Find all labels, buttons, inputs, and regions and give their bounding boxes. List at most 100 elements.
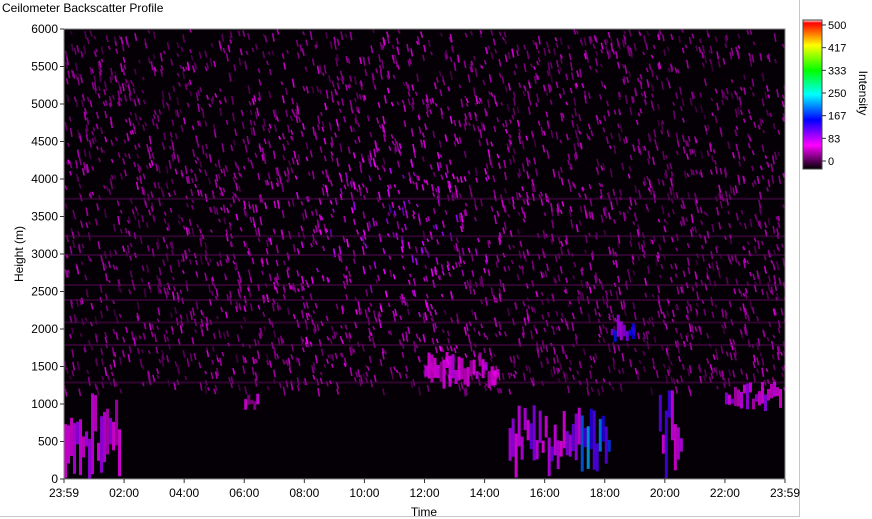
backscatter-feature [670, 390, 674, 441]
range-band [64, 235, 785, 238]
backscatter-feature [451, 354, 455, 379]
colorbar-tick-label: 333 [828, 65, 846, 77]
backscatter-feature [568, 434, 572, 457]
y-tick-label: 3500 [31, 210, 58, 224]
range-band [64, 344, 785, 346]
backscatter-feature [580, 415, 584, 472]
backscatter-feature [79, 419, 83, 476]
backscatter-feature [586, 426, 590, 469]
backscatter-feature [514, 433, 518, 478]
x-tick-label: 12:00 [409, 486, 439, 500]
backscatter-feature [757, 391, 761, 406]
colorbar-tick-label: 417 [828, 43, 846, 55]
backscatter-feature [436, 364, 440, 379]
x-tick-label: 04:00 [169, 486, 199, 500]
backscatter-feature [592, 410, 596, 470]
colorbar: 500 417 333 250 167 83 0 Intensity [802, 19, 870, 170]
backscatter-feature [490, 366, 494, 386]
colorbar-tick-label: 167 [828, 111, 846, 123]
backscatter-chart: 0500100015002000250030003500400045005000… [12, 19, 870, 519]
y-tick-label: 1000 [31, 397, 58, 411]
y-axis-label: Height (m) [12, 226, 26, 282]
backscatter-feature [256, 393, 260, 405]
backscatter-feature [481, 359, 485, 378]
backscatter-feature [769, 383, 773, 399]
backscatter-feature [91, 393, 95, 475]
backscatter-feature [475, 371, 479, 379]
y-tick-label: 500 [38, 435, 58, 449]
backscatter-feature [610, 328, 614, 336]
backscatter-feature [664, 410, 668, 479]
y-tick-label: 5000 [31, 97, 58, 111]
backscatter-feature [106, 408, 110, 455]
backscatter-feature [97, 442, 101, 461]
backscatter-feature [631, 323, 635, 340]
backscatter-feature [616, 314, 620, 337]
colorbar-tick-label: 0 [828, 156, 834, 168]
backscatter-feature [472, 359, 476, 374]
backscatter-feature [763, 394, 767, 411]
backscatter-feature [511, 418, 515, 457]
backscatter-feature [742, 384, 746, 394]
x-tick-label: 02:00 [109, 486, 139, 500]
backscatter-feature [628, 329, 632, 336]
x-tick-label: 16:00 [530, 486, 560, 500]
backscatter-feature [445, 352, 449, 369]
backscatter-feature [430, 354, 434, 383]
backscatter-feature [115, 399, 119, 446]
backscatter-feature [745, 383, 749, 410]
backscatter-feature [562, 411, 566, 449]
backscatter-feature [766, 389, 770, 401]
y-tick-label: 2500 [31, 285, 58, 299]
backscatter-feature [619, 321, 623, 341]
y-tick-label: 6000 [31, 22, 58, 36]
backscatter-feature [577, 407, 581, 445]
backscatter-feature [73, 423, 77, 474]
x-axis: 23:59 02:00 04:00 06:00 08:00 10:00 12:00 14:00… [49, 479, 800, 500]
backscatter-feature [478, 352, 482, 367]
y-tick-label: 4000 [31, 172, 58, 186]
x-tick-label: 22:00 [710, 486, 740, 500]
backscatter-feature [85, 431, 89, 447]
backscatter-feature [76, 421, 80, 445]
y-tick-label: 5500 [31, 60, 58, 74]
backscatter-feature [94, 395, 98, 432]
backscatter-feature [565, 431, 569, 456]
x-tick-label: 10:00 [349, 486, 379, 500]
backscatter-feature [556, 440, 560, 470]
range-band [64, 284, 785, 286]
x-tick-label: 06:00 [229, 486, 259, 500]
backscatter-feature [553, 424, 557, 456]
backscatter-feature [667, 390, 671, 418]
backscatter-feature [727, 394, 731, 405]
backscatter-feature [676, 427, 680, 460]
backscatter-feature [574, 413, 578, 461]
backscatter-feature [427, 352, 431, 379]
backscatter-feature [739, 391, 743, 409]
y-tick-label: 3000 [31, 247, 58, 261]
colorbar-tick-label: 250 [828, 88, 846, 100]
backscatter-feature [736, 389, 740, 407]
backscatter-feature [529, 423, 533, 450]
x-tick-label: 18:00 [590, 486, 620, 500]
backscatter-feature [493, 370, 497, 385]
backscatter-feature [661, 434, 665, 454]
backscatter-feature [442, 359, 446, 389]
backscatter-feature [469, 360, 473, 377]
backscatter-feature [571, 423, 575, 452]
backscatter-feature [751, 398, 755, 410]
backscatter-feature [679, 438, 683, 452]
backscatter-feature [532, 405, 536, 461]
y-tick-label: 0 [51, 472, 58, 486]
x-axis-label: Time [411, 505, 438, 519]
x-tick-label: 20:00 [650, 486, 680, 500]
y-tick-label: 2000 [31, 322, 58, 336]
backscatter-feature [454, 369, 458, 384]
backscatter-feature [748, 382, 752, 393]
backscatter-feature [724, 392, 728, 405]
backscatter-feature [658, 394, 662, 432]
backscatter-feature [730, 398, 734, 404]
backscatter-feature [559, 441, 563, 457]
backscatter-feature [457, 356, 461, 381]
backscatter-feature [244, 399, 248, 410]
